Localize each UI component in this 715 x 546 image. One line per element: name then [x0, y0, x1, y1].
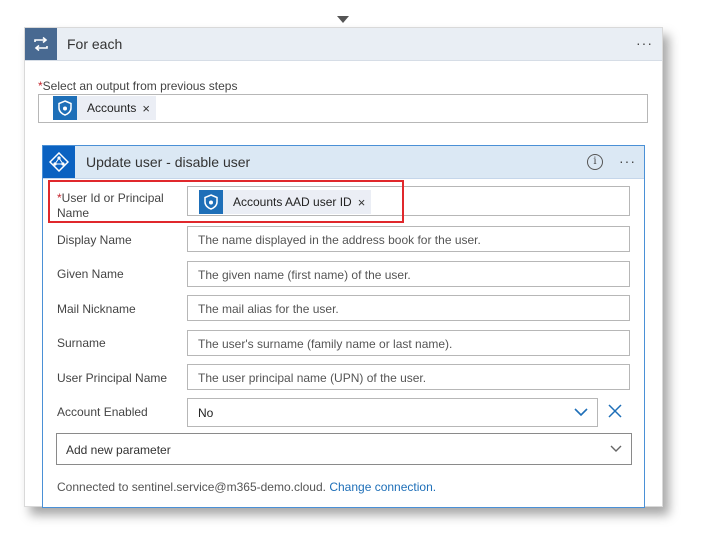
foreach-card: For each ··· *Select an output from prev… [24, 27, 663, 508]
foreach-title: For each [67, 36, 123, 52]
token-label: Accounts [87, 101, 137, 115]
add-parameter-label: Add new parameter [66, 443, 171, 457]
update-user-card: Update user - disable user i ··· *User I… [42, 145, 645, 508]
given-name-input[interactable]: The given name (first name) of the user. [187, 261, 630, 287]
clear-icon[interactable] [608, 404, 622, 421]
update-user-header[interactable]: Update user - disable user i ··· [43, 146, 644, 179]
display-name-placeholder: The name displayed in the address book f… [198, 233, 481, 247]
connected-text: Connected to sentinel.service@m365-demo.… [57, 480, 326, 494]
chevron-down-icon [573, 405, 589, 422]
azure-ad-icon [43, 146, 75, 178]
flow-arrow-icon [337, 16, 349, 23]
add-parameter-dropdown[interactable]: Add new parameter [56, 433, 632, 465]
select-output-label: *Select an output from previous steps [38, 79, 237, 93]
select-output-label-text: Select an output from previous steps [42, 79, 238, 93]
mail-nickname-input[interactable]: The mail alias for the user. [187, 295, 630, 321]
upn-placeholder: The user principal name (UPN) of the use… [198, 371, 427, 385]
more-icon[interactable]: ··· [636, 35, 653, 51]
chevron-down-icon [609, 443, 623, 458]
surname-input[interactable]: The user's surname (family name or last … [187, 330, 630, 356]
given-name-label: Given Name [57, 267, 124, 281]
mail-nickname-placeholder: The mail alias for the user. [198, 302, 339, 316]
account-enabled-select[interactable]: No [187, 398, 598, 427]
connection-info: Connected to sentinel.service@m365-demo.… [57, 480, 436, 494]
given-name-placeholder: The given name (first name) of the user. [198, 268, 411, 282]
action-title: Update user - disable user [86, 154, 251, 170]
surname-placeholder: The user's surname (family name or last … [198, 337, 453, 351]
mail-nickname-label: Mail Nickname [57, 302, 136, 316]
surname-label: Surname [57, 336, 106, 350]
select-output-field[interactable]: Accounts × [38, 94, 648, 123]
change-connection-link[interactable]: Change connection. [329, 480, 436, 494]
account-enabled-label: Account Enabled [57, 405, 148, 419]
upn-label: User Principal Name [57, 371, 168, 385]
more-icon[interactable]: ··· [619, 153, 636, 169]
info-icon[interactable]: i [587, 154, 603, 170]
foreach-header[interactable]: For each ··· [25, 28, 662, 61]
display-name-label: Display Name [57, 233, 132, 247]
loop-icon [25, 28, 57, 60]
upn-input[interactable]: The user principal name (UPN) of the use… [187, 364, 630, 390]
display-name-input[interactable]: The name displayed in the address book f… [187, 226, 630, 252]
sentinel-shield-icon [53, 96, 77, 120]
remove-token-icon[interactable]: × [142, 101, 156, 116]
accounts-token[interactable]: Accounts × [53, 96, 156, 120]
account-enabled-value: No [198, 406, 214, 420]
highlight-box [48, 180, 404, 223]
